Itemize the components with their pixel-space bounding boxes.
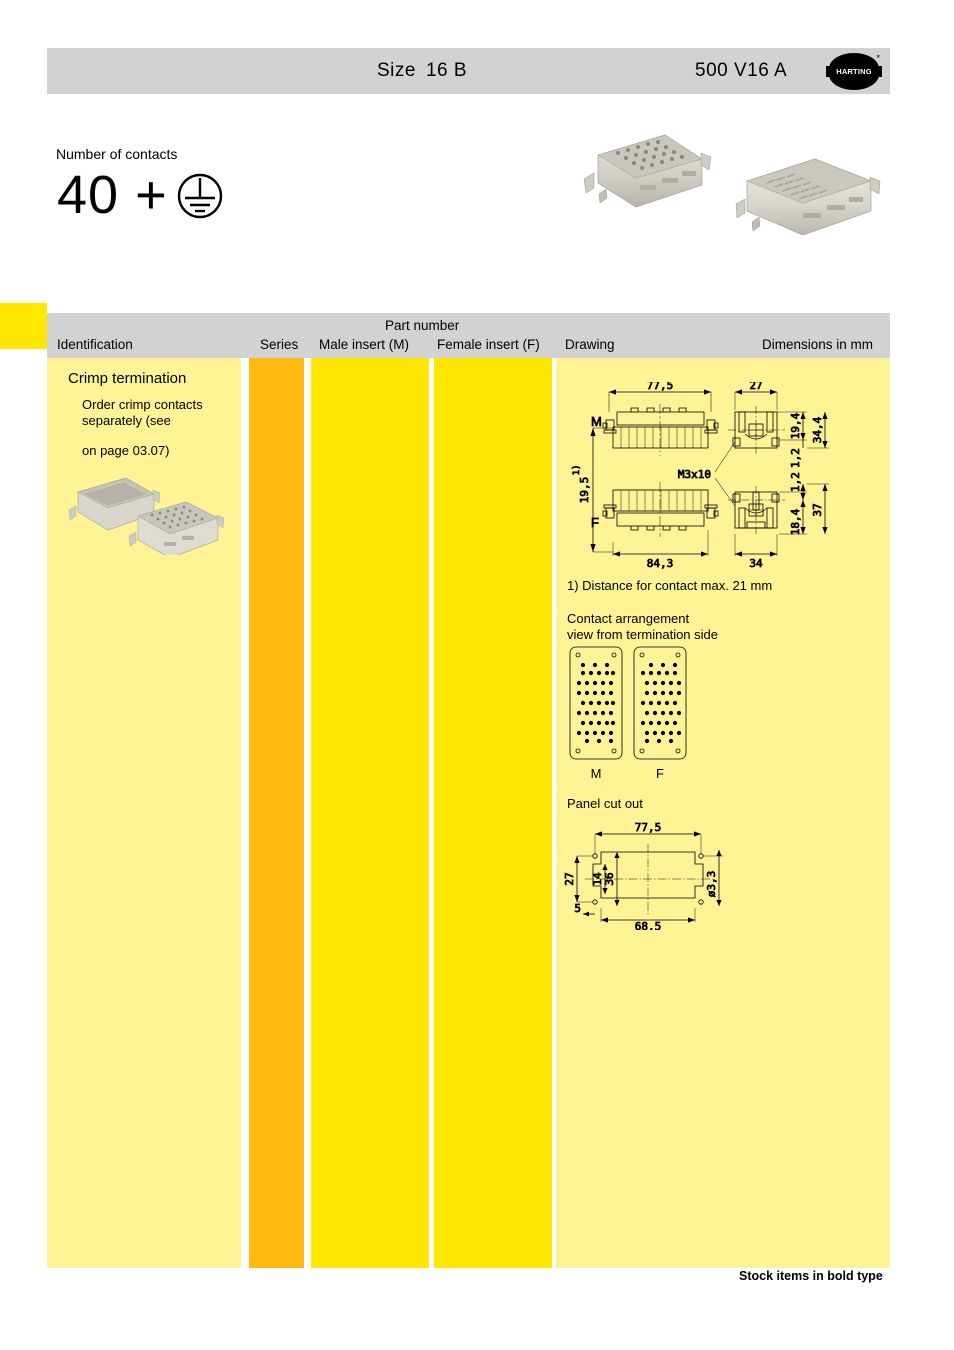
contact-arrangement-label-line2: view from termination side (567, 626, 718, 642)
column-female-insert (434, 358, 552, 1268)
dim-height-left-footnote: 1) (572, 465, 582, 476)
contact-arrangement-female (633, 646, 687, 760)
identification-note-line1: Order crimp contacts (82, 397, 203, 412)
dim-side-h3: 1,2 (789, 448, 802, 468)
panel-cutout-label: Panel cut out (567, 796, 643, 811)
column-header-dimensions: Dimensions in mm (762, 337, 874, 352)
dim-width-top: 77,5 (647, 382, 674, 392)
header-size-label: Size (377, 60, 416, 81)
number-of-contacts-label: Number of contacts (56, 146, 178, 162)
logo-band: HARTING (826, 66, 882, 77)
column-header-part-number: Part number (385, 318, 460, 333)
technical-drawing-main-views: 77,5 M 19,5 1) F 84,3 27 19,4 34,4 1,2 M… (563, 382, 893, 572)
header-size-value: 16 B (425, 60, 468, 81)
dim-side-h1: 19,4 (789, 412, 802, 439)
contact-arrangement-label-line1: Contact arrangement (567, 611, 690, 626)
panel-dim-width-top: 77,5 (635, 821, 662, 834)
column-header-identification: Identification (57, 337, 133, 352)
panel-dim-height-left: 27 (563, 872, 576, 885)
panel-dim-width-bottom: 68,5 (635, 920, 662, 930)
panel-dim-hole-diameter: ø3,3 (705, 871, 718, 898)
product-photo-group (560, 125, 900, 245)
page-index-tab (0, 303, 47, 349)
panel-cutout-drawing: 77,5 27 14 36 ø3,3 5 68,5 (563, 820, 763, 930)
identification-product-photo (62, 470, 227, 555)
column-series (249, 358, 304, 1268)
dim-side-h2: 34,4 (811, 416, 824, 443)
table-header-row: Part number Identification Series Male i… (47, 313, 890, 358)
dim-side-h5: 18,4 (789, 508, 802, 535)
product-photo-female (583, 134, 712, 208)
panel-dim-corner-offset: 5 (574, 902, 581, 915)
dim-screw-spec: M3x10 (678, 468, 711, 481)
contact-arrangement-diagram: M F (566, 645, 701, 785)
protective-earth-icon (176, 172, 224, 220)
column-header-drawing: Drawing (565, 337, 615, 352)
contact-arrangement-male (569, 646, 623, 760)
logo-wordmark: HARTING (836, 67, 872, 76)
header-size-group: Size 16 B (377, 60, 467, 82)
logo-star-icon: * (876, 53, 880, 63)
identification-title: Crimp termination (68, 370, 187, 387)
dim-side-width-top: 27 (749, 382, 762, 392)
column-header-series: Series (260, 337, 299, 352)
column-male-insert (311, 358, 429, 1268)
header-current: 16 A (747, 60, 788, 81)
view-label-male: M (591, 414, 602, 429)
arrangement-label-male: M (591, 766, 602, 781)
product-photo-male (735, 158, 881, 236)
dim-height-left: 19,5 (578, 477, 591, 504)
number-of-contacts-value: 40 + (57, 165, 168, 225)
drawing-footnote: 1) Distance for contact max. 21 mm (567, 578, 773, 593)
identification-note: Order crimp contacts separately (see (82, 397, 203, 428)
stock-items-note: Stock items in bold type (739, 1269, 883, 1283)
page-header-bar: Size 16 B 500 V16 A HARTING * (47, 48, 890, 94)
header-ratings-group: 500 V16 A (695, 60, 787, 82)
column-header-male-insert: Male insert (M) (319, 337, 410, 352)
harting-logo: HARTING * (826, 53, 882, 90)
dim-side-h6: 37 (811, 503, 824, 516)
dim-side-width-bottom: 34 (749, 557, 763, 570)
panel-dim-outer-height: 36 (603, 872, 616, 885)
identification-note-line3: on page 03.07) (82, 443, 170, 458)
identification-note-line2: separately (see (82, 412, 171, 428)
contact-arrangement-label: Contact arrangement view from terminatio… (567, 611, 718, 642)
view-label-female: F (591, 515, 599, 530)
arrangement-label-female: F (656, 766, 664, 781)
dim-width-bottom: 84,3 (647, 557, 674, 570)
column-header-female-insert: Female insert (F) (437, 337, 540, 352)
dim-side-h4: 1,2 (789, 472, 802, 492)
header-voltage: 500 V (695, 60, 748, 81)
